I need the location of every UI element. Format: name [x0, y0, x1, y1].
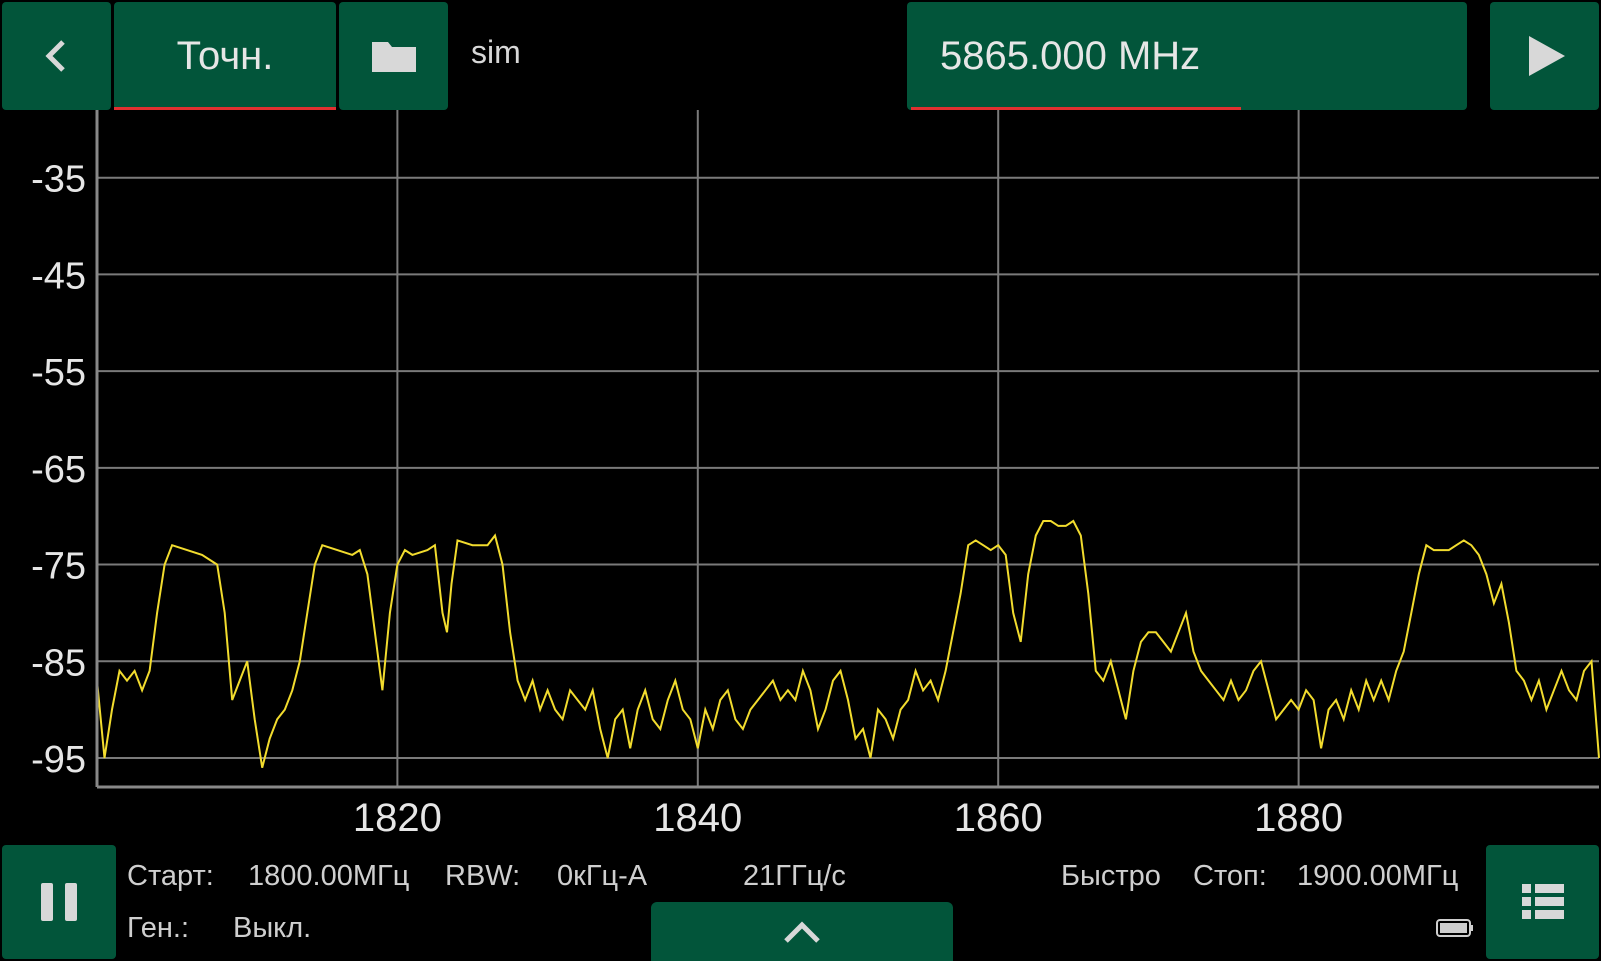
pause-button[interactable]	[2, 845, 116, 959]
battery-icon	[1436, 919, 1473, 937]
start-frequency-value[interactable]: 1800.00МГц	[248, 860, 409, 893]
y-tick-label: -35	[31, 159, 86, 201]
stop-label: Стоп:	[1193, 860, 1267, 892]
plot-grid	[97, 110, 1599, 787]
y-axis-ticks: -35 -45 -55 -65 -75 -85 -95	[31, 159, 86, 781]
x-tick-label: 1880	[1254, 796, 1343, 840]
play-button[interactable]	[1490, 2, 1599, 110]
y-tick-label: -45	[31, 255, 86, 297]
device-label: sim	[471, 34, 521, 70]
play-icon	[1528, 36, 1565, 76]
x-tick-label: 1820	[353, 796, 442, 840]
y-tick-label: -55	[31, 352, 86, 394]
menu-button[interactable]	[1486, 845, 1599, 959]
sweep-speed-mode[interactable]: Быстро	[1061, 860, 1161, 893]
stop-frequency-value[interactable]: 1900.00МГц	[1297, 860, 1458, 893]
y-tick-label: -75	[31, 546, 86, 588]
y-tick-label: -95	[31, 739, 86, 781]
chevron-left-icon	[44, 40, 65, 72]
x-tick-label: 1860	[954, 796, 1043, 840]
back-button[interactable]	[2, 2, 111, 110]
chevron-up-icon	[784, 920, 820, 943]
mode-label: Точн.	[176, 33, 274, 78]
expand-panel-button[interactable]	[651, 902, 953, 961]
spectrum-trace	[96, 519, 1600, 768]
generator-label: Ген.:	[127, 912, 190, 944]
folder-icon	[371, 42, 416, 72]
center-frequency-field[interactable]: 5865.000 MHz	[907, 2, 1467, 110]
frequency-value: 5865.000 MHz	[940, 33, 1201, 78]
y-tick-label: -65	[31, 449, 86, 491]
x-axis-ticks: 1820 1840 1860 1880	[353, 796, 1343, 840]
spectrum-analyzer-screen: Точн. sim 5865.000 MHz -35 -45 -55 -65 -75 -8…	[0, 0, 1601, 961]
accuracy-mode-button[interactable]: Точн.	[114, 2, 336, 110]
list-menu-icon	[1521, 884, 1564, 919]
rbw-label: RBW:	[445, 860, 521, 892]
sweep-rate: 21ГГц/с	[743, 860, 846, 892]
x-tick-label: 1840	[653, 796, 742, 840]
spectrum-plot[interactable]: -35 -45 -55 -65 -75 -85 -95 1820 1840 1860 1880	[0, 110, 1601, 850]
start-label: Старт:	[127, 860, 214, 892]
folder-button[interactable]	[339, 2, 448, 110]
y-tick-label: -85	[31, 642, 86, 684]
rbw-value[interactable]: 0кГц-А	[557, 860, 647, 893]
generator-state[interactable]: Выкл.	[233, 912, 311, 945]
pause-icon	[41, 883, 77, 921]
